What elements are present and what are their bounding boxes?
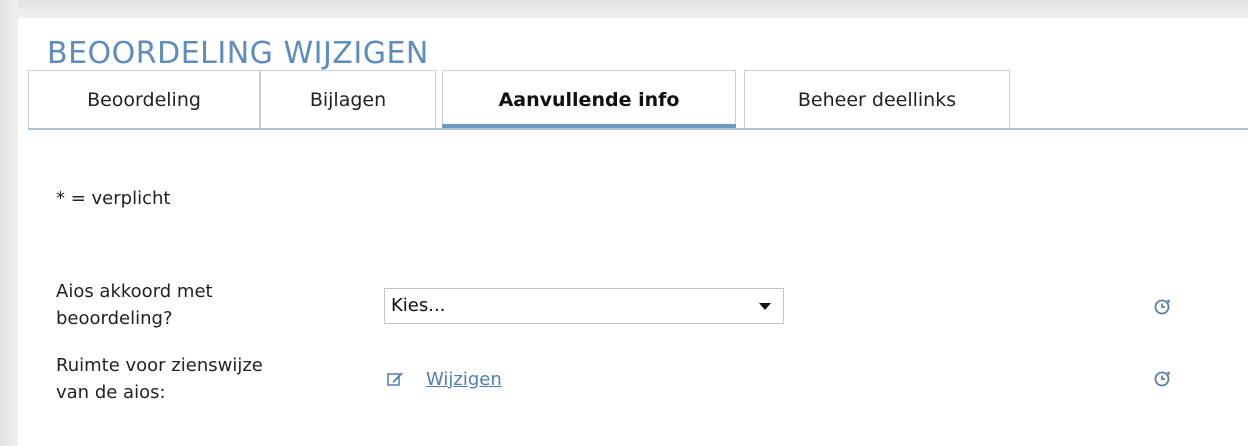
tab-aanvullende-info[interactable]: Aanvullende info — [442, 70, 736, 130]
edit-icon — [387, 372, 403, 386]
tab-label: Beheer deellinks — [797, 88, 957, 111]
left-shadow — [0, 0, 18, 446]
tab-label: Bijlagen — [309, 88, 387, 111]
field-label-line: van de aios: — [56, 382, 166, 403]
chevron-down-icon — [759, 303, 771, 310]
field-label-line: Aios akkoord met — [56, 281, 213, 302]
field-label-aios-akkoord: Aios akkoord met beoordeling? — [56, 278, 356, 332]
tab-label: Beoordeling — [87, 88, 201, 111]
tab-beheer-deellinks[interactable]: Beheer deellinks — [744, 70, 1010, 128]
history-icon[interactable] — [1152, 297, 1172, 317]
tab-beoordeling[interactable]: Beoordeling — [28, 70, 260, 128]
app-window: BEOORDELING WIJZIGEN Beoordeling Bijlage… — [0, 0, 1248, 446]
select-value: Kies... — [391, 295, 446, 316]
field-label-zienswijze: Ruimte voor zienswijze van de aios: — [56, 352, 356, 406]
page-title: BEOORDELING WIJZIGEN — [47, 36, 429, 71]
field-label-line: Ruimte voor zienswijze — [56, 355, 263, 376]
required-note: * = verplicht — [56, 188, 171, 209]
wijzigen-link[interactable]: Wijzigen — [426, 369, 502, 390]
tab-label: Aanvullende info — [498, 88, 680, 111]
field-label-line: beoordeling? — [56, 308, 173, 329]
top-shadow — [0, 0, 1248, 18]
tab-baseline — [28, 128, 1248, 130]
tab-bijlagen[interactable]: Bijlagen — [260, 70, 436, 128]
tab-bar: Beoordeling Bijlagen Aanvullende info Be… — [28, 70, 1248, 130]
wijzigen-link-wrap[interactable]: Wijzigen — [386, 366, 502, 392]
aios-akkoord-select[interactable]: Kies... — [384, 288, 784, 324]
history-icon[interactable] — [1152, 369, 1172, 389]
